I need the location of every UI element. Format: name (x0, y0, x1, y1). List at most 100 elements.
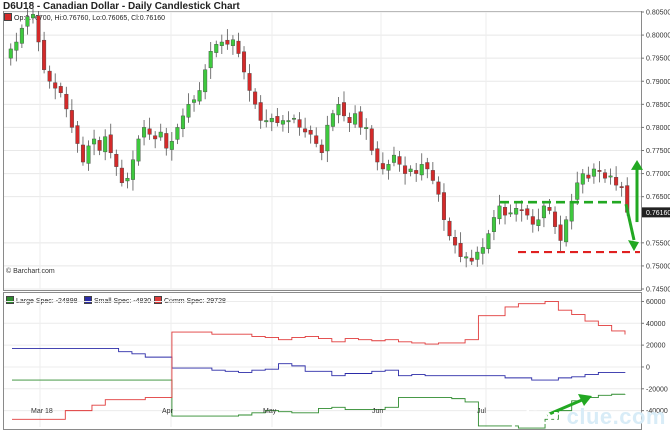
cot-tick-label: -20000 (646, 386, 668, 393)
candle-up (464, 256, 469, 259)
candle-up (580, 173, 585, 185)
cot-tick-label: 60000 (646, 299, 666, 306)
candle-up (514, 208, 519, 215)
candle-up (103, 136, 108, 153)
watermark-part1: option (496, 404, 567, 429)
candle-down (114, 153, 119, 167)
candle-down (558, 224, 563, 241)
last-price-label: 0.76160 (646, 210, 670, 217)
watermark-part2: clue.com (566, 404, 666, 429)
candle-up (86, 145, 91, 164)
candle-down (375, 148, 380, 163)
candle-up (130, 159, 135, 180)
candle-up (186, 104, 191, 118)
price-tick-label: 0.75500 (646, 240, 670, 247)
candle-up (364, 127, 369, 130)
candle-down (597, 170, 602, 172)
candle-up (158, 131, 163, 138)
price-tick-label: 0.80500 (646, 10, 670, 17)
candle-up (541, 205, 546, 219)
price-tick-label: 0.80000 (646, 33, 670, 40)
up-arrow-head (631, 160, 643, 170)
candle-down (369, 128, 374, 151)
candle-up (564, 219, 569, 243)
candle-up (536, 219, 541, 226)
candle-up (408, 168, 413, 172)
candle-down (69, 110, 74, 128)
candle-up (508, 212, 513, 215)
candle-down (453, 237, 458, 246)
candle-up (353, 113, 358, 125)
x-tick-label: Jul (477, 408, 486, 415)
candle-up (286, 120, 291, 123)
price-tick-label: 0.77500 (646, 148, 670, 155)
x-tick-label: Mar 18 (31, 408, 53, 415)
candle-down (347, 117, 352, 124)
candle-up (419, 164, 424, 176)
candle-down (447, 220, 452, 237)
candle-down (53, 82, 58, 89)
candle-down (403, 165, 408, 174)
candle-up (292, 117, 297, 120)
candle-up (197, 90, 202, 102)
candle-down (275, 116, 280, 124)
candle-up (92, 138, 97, 145)
candle-up (386, 164, 391, 171)
watermark: optionclue.com (496, 404, 666, 430)
down-arrow-shaft (624, 203, 636, 241)
candle-up (330, 113, 335, 127)
candle-down (619, 186, 624, 188)
candle-up (280, 120, 285, 125)
candle-up (208, 51, 213, 69)
candle-down (247, 73, 252, 91)
cot-tick-label: 0 (646, 364, 650, 371)
candle-up (264, 120, 269, 123)
candle-up (219, 41, 224, 46)
candle-down (119, 167, 124, 184)
candle-up (180, 115, 185, 130)
candle-down (469, 257, 474, 262)
candle-down (547, 207, 552, 211)
candle-down (64, 93, 69, 110)
candle-up (125, 177, 130, 182)
candle-up (14, 41, 19, 51)
candle-down (519, 209, 524, 211)
candle-down (258, 102, 263, 121)
candle-down (308, 129, 313, 135)
candle-down (108, 134, 113, 154)
candle-down (47, 70, 52, 82)
candle-up (336, 104, 341, 116)
candle-down (397, 156, 402, 165)
x-tick-label: Jun (372, 408, 383, 415)
candle-up (169, 141, 174, 150)
chart-svg: 0.80500 0.80000 0.79500 0.79000 0.78500 0.780… (4, 3, 670, 429)
candle-up (142, 127, 147, 138)
candle-down (530, 216, 535, 225)
candle-up (269, 117, 274, 123)
candle-down (97, 140, 102, 151)
candle-down (58, 86, 63, 93)
candle-down (236, 40, 241, 54)
candle-up (486, 233, 491, 250)
candle-up (230, 39, 235, 46)
candle-down (586, 174, 591, 179)
candle-up (8, 48, 13, 59)
candle-down (303, 128, 308, 133)
candle-down (297, 119, 302, 128)
candle-down (458, 243, 463, 257)
price-tick-label: 0.74500 (646, 287, 670, 294)
candle-up (325, 124, 330, 152)
candle-down (164, 133, 169, 149)
price-tick-label: 0.77000 (646, 171, 670, 178)
candle-down (314, 135, 319, 144)
candle-down (225, 39, 230, 45)
candle-down (553, 211, 558, 227)
candle-up (175, 127, 180, 140)
candle-up (480, 247, 485, 254)
candle-down (242, 51, 247, 73)
candle-down (75, 125, 80, 144)
candle-down (36, 15, 41, 43)
candle-down (380, 163, 385, 170)
candle-down (319, 144, 324, 154)
candle-down (614, 177, 619, 186)
